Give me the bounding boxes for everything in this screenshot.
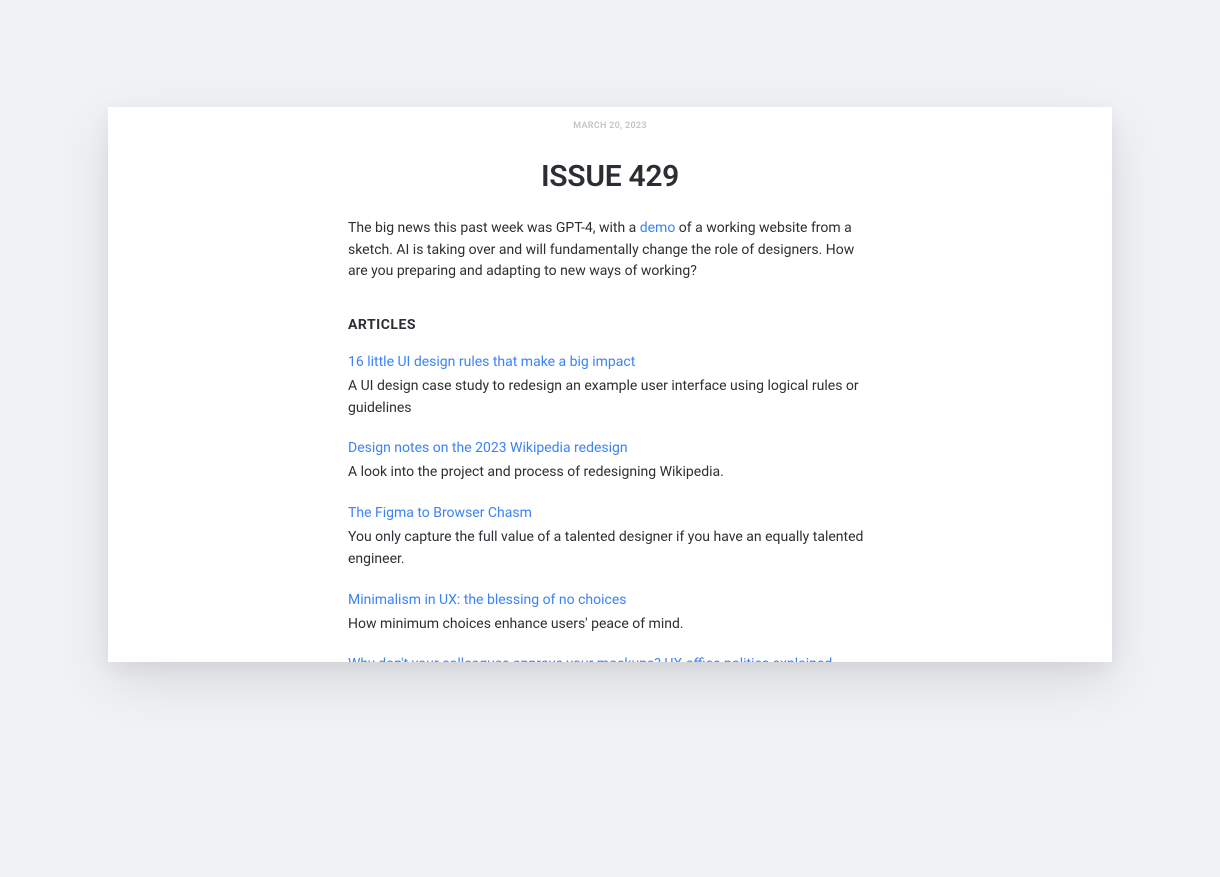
articles-heading: ARTICLES	[348, 317, 872, 333]
newsletter-page: MARCH 20, 2023 ISSUE 429 The big news th…	[108, 107, 1112, 662]
article-link[interactable]: Design notes on the 2023 Wikipedia redes…	[348, 438, 628, 459]
article-description: A UI design case study to redesign an ex…	[348, 376, 872, 419]
issue-title: ISSUE 429	[348, 159, 872, 194]
issue-date: MARCH 20, 2023	[348, 121, 872, 131]
intro-text-before: The big news this past week was GPT-4, w…	[348, 220, 640, 236]
article-item: Minimalism in UX: the blessing of no cho…	[348, 589, 872, 636]
article-link[interactable]: 16 little UI design rules that make a bi…	[348, 352, 635, 373]
article-item: Design notes on the 2023 Wikipedia redes…	[348, 437, 872, 484]
content-column: MARCH 20, 2023 ISSUE 429 The big news th…	[348, 107, 872, 662]
articles-list: 16 little UI design rules that make a bi…	[348, 351, 872, 662]
article-link[interactable]: Why don't your colleagues approve your m…	[348, 654, 832, 662]
article-description: How minimum choices enhance users' peace…	[348, 614, 872, 636]
article-description: A look into the project and process of r…	[348, 462, 872, 484]
article-item: 16 little UI design rules that make a bi…	[348, 351, 872, 419]
article-item: The Figma to Browser Chasm You only capt…	[348, 502, 872, 570]
intro-demo-link[interactable]: demo	[640, 220, 676, 236]
article-link[interactable]: The Figma to Browser Chasm	[348, 503, 532, 524]
article-description: You only capture the full value of a tal…	[348, 527, 872, 570]
article-link[interactable]: Minimalism in UX: the blessing of no cho…	[348, 590, 626, 611]
intro-paragraph: The big news this past week was GPT-4, w…	[348, 218, 872, 283]
article-item: Why don't your colleagues approve your m…	[348, 653, 872, 662]
